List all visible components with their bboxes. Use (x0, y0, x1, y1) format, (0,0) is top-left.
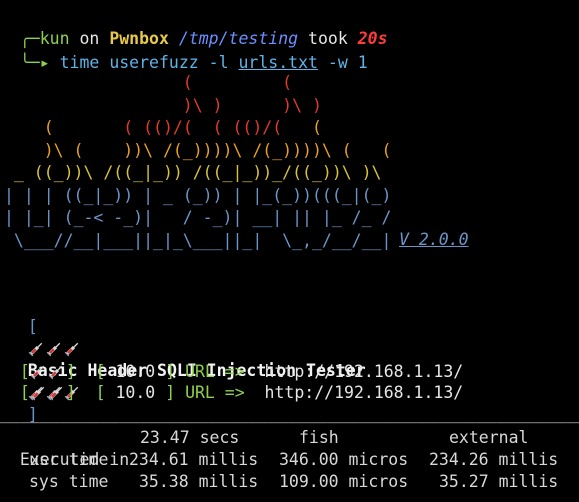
ascii-art-line: )\ ) )\ ) (4, 95, 401, 118)
timing-col-fish: fish (299, 428, 339, 447)
timing-separator: ________________________________________… (0, 404, 579, 423)
ascii-art-banner: ( ( )\ ) )\ ) ( ( (()/( ( (()/( ( )\ ( )… (4, 72, 401, 252)
usr-time-external: 234.26 millis (429, 450, 559, 469)
command-bin: time (59, 53, 100, 72)
prompt-arrow-bottom: ╰─▸ (19, 53, 50, 72)
banner-version: V 2.0.0 (399, 230, 469, 249)
timeout-open: [ (95, 383, 106, 402)
result-line: [] [ 10.0 ] URL => http://192.168.1.13/ (0, 339, 463, 381)
result-line: [] [ 10.0 ] URL => http://192.168.1.13/ (0, 360, 463, 402)
timing-col-external: external (449, 428, 529, 447)
ascii-art-line: _ ((_))\ /((_|_)) /((_|_))_/((_))\ )\ (4, 162, 401, 185)
command-flag-w: -w (327, 53, 348, 72)
syringe-icon (30, 382, 48, 404)
title-line: [ Basic Header SQLI Injection Tester ] (8, 294, 366, 424)
ascii-art-segment: )\ ) )\ ) (4, 95, 322, 115)
ascii-art-segment: _ ((_))\ /((_|_)) /((_|_))_/((_))\ )\ (4, 163, 382, 182)
ascii-art-line: | |_| (_-< -_)| / -_)| __| || |_ /_ / (4, 207, 401, 230)
ascii-art-segment: | | | ((_|_)) | _ (_)) | |_(_))(((_|(_) (4, 185, 392, 205)
result-bracket-close: ] (65, 383, 76, 402)
ascii-art-segment: \___//__|___||_|_\___||_| \_,_/__/__| (4, 230, 402, 250)
usr-time-total: 234.61 millis (129, 450, 259, 469)
executed-in-value: 23.47 secs (140, 428, 240, 447)
ascii-art-line: | | | ((_|_)) | _ (_)) | |_(_))(((_|(_) (4, 185, 401, 208)
sys-time-total: 35.38 millis (139, 472, 259, 491)
ascii-art-segment: ( (4, 118, 124, 137)
ascii-art-segment: )\ ( ))\ /(_))))\ /(_))))\ ( ( (4, 140, 392, 160)
ascii-art-segment: ( ( (4, 73, 293, 92)
result-bracket-open: [ (19, 383, 30, 402)
command-workers: 1 (357, 53, 368, 72)
syringe-icon (48, 382, 66, 404)
ascii-art-line: \___//__|___||_|_\___||_| \_,_/__/__| (4, 230, 401, 253)
sys-time-external: 35.27 millis (439, 472, 559, 491)
sys-time-fish: 109.00 micros (279, 472, 409, 491)
ascii-art-line: )\ ( ))\ /(_))))\ /(_))))\ ( ( (4, 140, 401, 163)
ascii-art-segment: ( (311, 118, 322, 137)
timeout-close: ] (165, 383, 176, 402)
ascii-art-line: ( ( (4, 72, 401, 95)
usr-time-label: usr time (29, 450, 109, 469)
ascii-art-segment: ( (()/( ( (()/( (123, 118, 312, 137)
command-file: urls.txt (238, 53, 318, 72)
sys-time-label: sys time (29, 472, 109, 491)
usr-time-fish: 346.00 micros (279, 450, 409, 469)
command-line[interactable]: ╰─▸ time userefuzz -l urls.txt -w 1 (0, 30, 368, 72)
command-tool: userefuzz (109, 53, 199, 72)
command-flag-l: -l (208, 53, 229, 72)
ascii-art-line: ( ( (()/( ( (()/( ( (4, 117, 401, 140)
result-url[interactable]: http://192.168.1.13/ (265, 383, 464, 402)
timing-header-row: Executed in (0, 427, 129, 469)
result-timeout: 10.0 (115, 383, 156, 402)
ascii-art-segment: | |_| (_-< -_)| / -_)| __| || |_ /_ / (4, 208, 392, 227)
result-label: URL => (185, 383, 245, 402)
prompt-line: ╭─kun on Pwnbox /tmp/testing took 20s (0, 6, 388, 48)
title-open-bracket: [ (27, 317, 38, 336)
